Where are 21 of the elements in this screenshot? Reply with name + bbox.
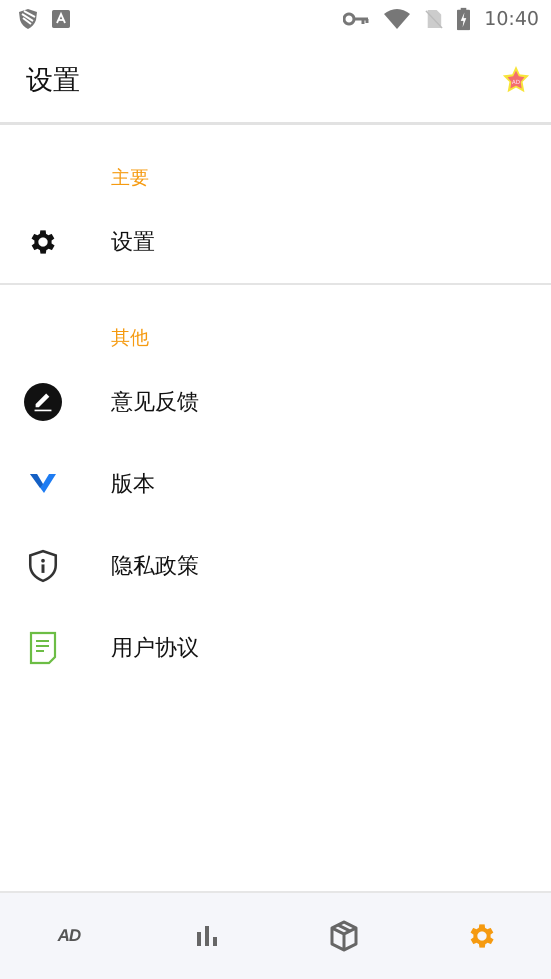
document-icon bbox=[29, 631, 57, 665]
status-time: 10:40 bbox=[484, 8, 539, 30]
no-sim-icon bbox=[425, 8, 444, 30]
section-heading: 其他 bbox=[111, 327, 149, 349]
wifi-icon bbox=[383, 8, 412, 30]
page-title: 设置 bbox=[26, 64, 80, 98]
shield-icon bbox=[18, 8, 38, 30]
pencil-icon bbox=[24, 383, 62, 421]
keyboard-icon bbox=[52, 10, 70, 28]
section-heading: 主要 bbox=[111, 167, 149, 189]
battery-icon bbox=[457, 7, 470, 31]
settings-item[interactable]: 设置 bbox=[0, 201, 551, 283]
bar-chart-icon bbox=[194, 924, 219, 948]
box-icon bbox=[329, 920, 360, 952]
key-icon bbox=[343, 12, 370, 26]
v-logo-icon bbox=[30, 474, 56, 494]
settings-item[interactable]: 用户协议 bbox=[0, 607, 551, 689]
settings-item[interactable]: 意见反馈 bbox=[0, 361, 551, 443]
settings-item[interactable]: 版本 bbox=[0, 443, 551, 525]
settings-item[interactable]: 隐私政策 bbox=[0, 525, 551, 607]
shield-info-icon bbox=[28, 549, 58, 583]
